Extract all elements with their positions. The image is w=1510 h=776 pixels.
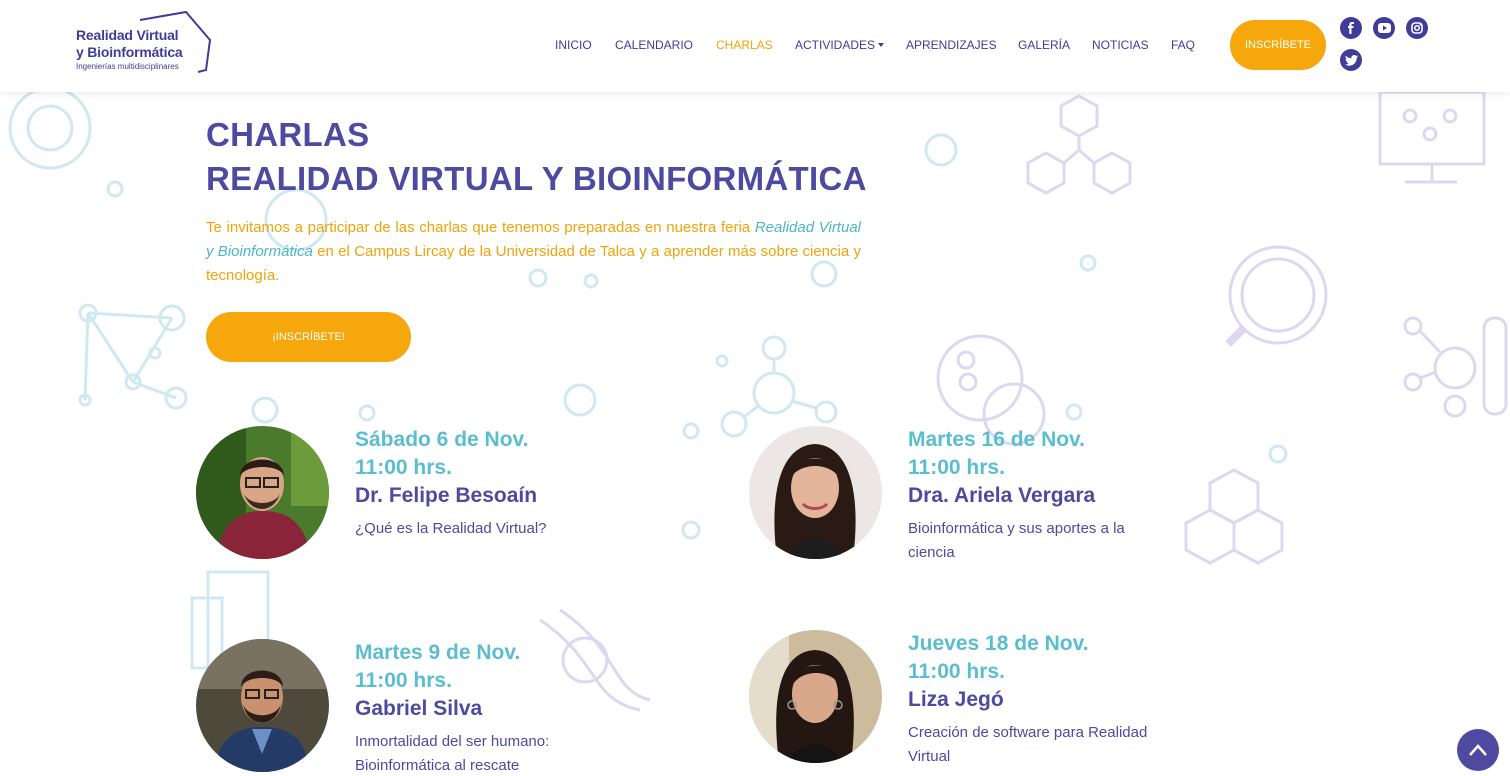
- talk-time: 11:00 hrs.: [908, 456, 1005, 479]
- page: Realidad Virtual y Bioinformática Ingeni…: [0, 0, 1510, 776]
- talk-speaker: Gabriel Silva: [355, 697, 483, 720]
- header-signup-button[interactable]: INSCRÍBETE: [1230, 20, 1326, 70]
- speaker-photo-ariela-vergara: [749, 426, 882, 559]
- page-title-line1: CHARLAS: [206, 116, 370, 153]
- page-title-line2: REALIDAD VIRTUAL Y BIOINFORMÁTICA: [206, 160, 867, 197]
- talk-title: Inmortalidad del ser humano: Bioinformát…: [355, 733, 550, 774]
- site-header: Realidad Virtual y Bioinformática Ingeni…: [0, 0, 1510, 92]
- youtube-icon[interactable]: [1373, 17, 1395, 39]
- page-title: CHARLAS REALIDAD VIRTUAL Y BIOINFORMÁTIC…: [206, 113, 867, 201]
- talk-date: Sábado 6 de Nov.: [355, 428, 529, 451]
- signup-button[interactable]: ¡INSCRÍBETE!: [206, 312, 411, 362]
- talk-date: Jueves 18 de Nov.: [908, 632, 1089, 655]
- talk-title: Bioinformática y sus aportes a la cienci…: [908, 520, 1125, 561]
- intro-paragraph: Te invitamos a participar de las charlas…: [206, 216, 861, 288]
- main-content: CHARLAS REALIDAD VIRTUAL Y BIOINFORMÁTIC…: [0, 0, 1510, 776]
- dropdown-caret-icon: [878, 43, 885, 47]
- intro-text-start: Te invitamos a participar de las charlas…: [206, 219, 755, 236]
- nav-item-charlas[interactable]: CHARLAS: [716, 38, 773, 52]
- talk-speaker: Dra. Ariela Vergara: [908, 484, 1096, 507]
- talk-time: 11:00 hrs.: [355, 456, 452, 479]
- site-logo[interactable]: Realidad Virtual y Bioinformática Ingeni…: [74, 10, 214, 76]
- back-to-top-button[interactable]: [1457, 729, 1499, 771]
- talk-date: Martes 16 de Nov.: [908, 428, 1086, 451]
- speaker-photo-gabriel-silva: [196, 639, 329, 772]
- facebook-icon[interactable]: [1340, 17, 1362, 39]
- talk-speaker: Liza Jegó: [908, 688, 1004, 711]
- nav-item-faq[interactable]: FAQ: [1171, 38, 1195, 52]
- talk-title: Creación de software para Realidad Virtu…: [908, 724, 1148, 765]
- nav-item-actividades-label: ACTIVIDADES: [795, 38, 876, 52]
- nav-item-galeria[interactable]: GALERÍA: [1018, 38, 1070, 52]
- logo-title-line2: y Bioinformática: [76, 44, 183, 60]
- instagram-icon[interactable]: [1406, 17, 1428, 39]
- nav-item-calendario[interactable]: CALENDARIO: [615, 38, 693, 52]
- talk-time: 11:00 hrs.: [355, 669, 452, 692]
- talk-title: ¿Qué es la Realidad Virtual?: [355, 520, 547, 537]
- talk-time: 11:00 hrs.: [908, 660, 1005, 683]
- nav-item-noticias[interactable]: NOTICIAS: [1092, 38, 1149, 52]
- nav-item-aprendizajes[interactable]: APRENDIZAJES: [906, 38, 997, 52]
- logo-tagline: Ingenierías multidisciplinares: [76, 62, 179, 71]
- nav-item-inicio[interactable]: INICIO: [555, 38, 592, 52]
- speaker-photo-felipe-besoain: [196, 426, 329, 559]
- logo-title-line1: Realidad Virtual: [76, 27, 179, 43]
- talk-date: Martes 9 de Nov.: [355, 641, 521, 664]
- chevron-up-icon: [1469, 744, 1487, 756]
- twitter-icon[interactable]: [1340, 49, 1362, 71]
- nav-item-actividades[interactable]: ACTIVIDADES: [795, 38, 885, 52]
- main-nav: INICIO CALENDARIO CHARLAS ACTIVIDADES AP…: [555, 38, 1195, 58]
- speaker-photo-liza-jego: [749, 630, 882, 763]
- talk-speaker: Dr. Felipe Besoaín: [355, 484, 538, 507]
